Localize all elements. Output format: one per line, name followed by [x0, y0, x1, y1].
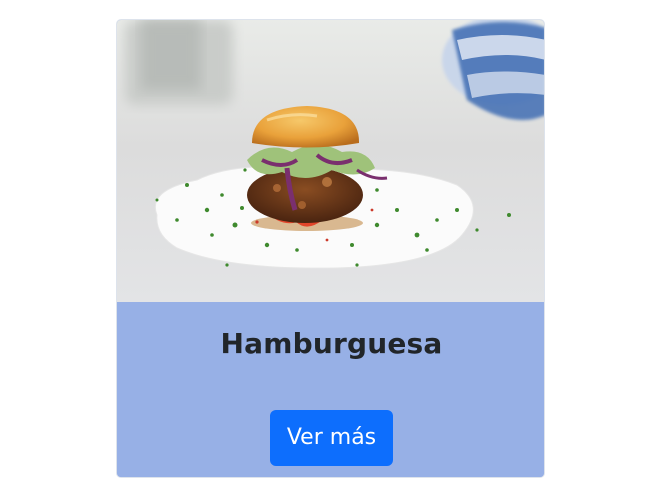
ver-mas-button[interactable]: Ver más	[270, 410, 393, 466]
card-title: Hamburguesa	[220, 327, 443, 360]
card-body: Hamburguesa Ver más	[117, 302, 544, 477]
product-card: Hamburguesa Ver más	[116, 19, 545, 478]
burger-photo	[117, 20, 544, 302]
